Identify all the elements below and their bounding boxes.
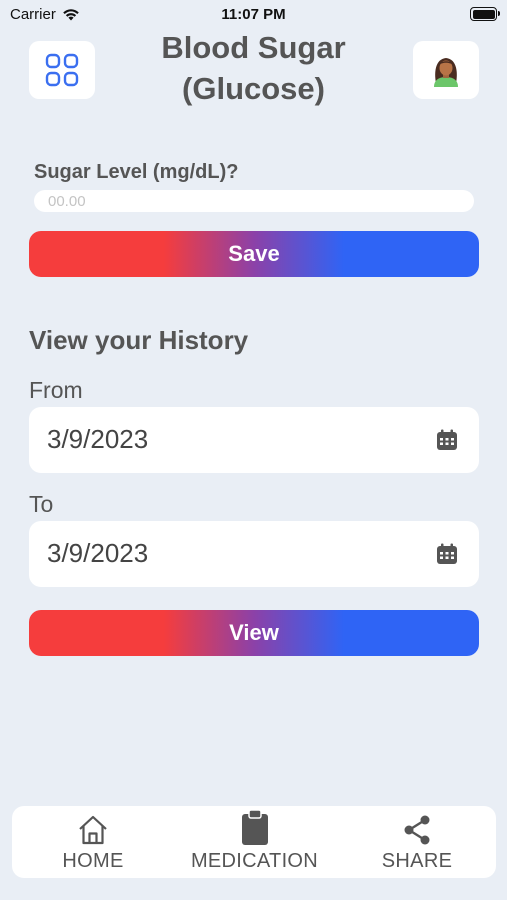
menu-button[interactable] (29, 41, 95, 99)
save-button[interactable]: Save (29, 231, 479, 277)
grid-menu-icon (45, 53, 79, 87)
tab-medication-label: MEDICATION (190, 850, 319, 872)
from-label: From (29, 377, 83, 403)
share-icon (404, 815, 430, 845)
sugar-level-label: Sugar Level (mg/dL)? (34, 161, 239, 183)
page-title: Blood Sugar (Glucose) (120, 27, 387, 109)
history-title: View your History (29, 325, 249, 355)
calendar-icon (437, 429, 457, 450)
tab-share[interactable]: SHARE (372, 806, 462, 878)
tab-home-label: HOME (62, 850, 124, 872)
home-icon (79, 815, 107, 845)
to-date-value: 3/9/2023 (47, 538, 149, 568)
calendar-icon (437, 543, 457, 564)
from-date-field[interactable]: 3/9/2023 (29, 407, 479, 473)
sugar-level-input[interactable] (34, 190, 474, 212)
tab-home[interactable]: HOME (48, 806, 138, 878)
status-bar: Carrier 11:07 PM (0, 0, 507, 28)
page-title-line1: Blood Sugar (161, 30, 346, 65)
to-date-field[interactable]: 3/9/2023 (29, 521, 479, 587)
from-date-value: 3/9/2023 (47, 424, 149, 454)
profile-button[interactable] (413, 41, 479, 99)
clipboard-icon (241, 810, 268, 845)
to-label: To (29, 491, 54, 517)
status-time: 11:07 PM (221, 6, 286, 23)
page-title-line2: (Glucose) (182, 71, 325, 106)
bottom-tab-bar: HOME MEDICATION SHARE (12, 806, 496, 878)
view-button[interactable]: View (29, 610, 479, 656)
battery-icon (470, 7, 500, 21)
tab-share-label: SHARE (381, 850, 453, 872)
tab-medication[interactable]: MEDICATION (182, 806, 327, 878)
user-avatar-icon (434, 58, 458, 87)
